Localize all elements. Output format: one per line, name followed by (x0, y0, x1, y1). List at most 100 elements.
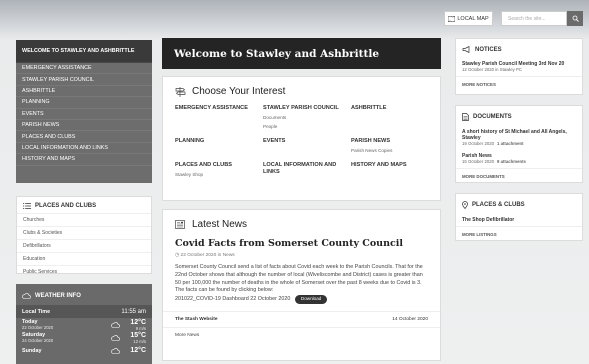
location-pin-icon (462, 201, 468, 209)
interest-title: Choose Your Interest (192, 86, 286, 97)
more-notices-link[interactable]: MORE NOTICES (456, 76, 582, 92)
interest-link[interactable]: EVENTS (263, 138, 351, 145)
places-list-item[interactable]: Churches (17, 213, 151, 226)
megaphone-icon (462, 46, 471, 53)
weather-day-name: Sunday (22, 347, 42, 354)
nav-item[interactable]: EMERGENCY ASSISTANCE (16, 63, 152, 75)
interest-header: Choose Your Interest (163, 77, 440, 103)
placesclubs-title: PLACES & CLUBS (472, 202, 525, 208)
interest-cell: PLANNING (175, 138, 263, 154)
weather-wind: 12 m/s (133, 338, 146, 344)
map-icon (448, 15, 456, 22)
interest-sublink[interactable]: Parish News Copies (351, 147, 439, 154)
search-icon (572, 15, 579, 22)
places-list-item[interactable]: Education (17, 252, 151, 265)
nav-item[interactable]: PLACES AND CLUBS (16, 131, 152, 143)
more-listings-link[interactable]: MORE LISTINGS (456, 226, 582, 242)
interest-link[interactable]: PARISH NEWS (351, 138, 439, 145)
weather-day-name: Saturday (22, 331, 46, 338)
interest-link[interactable]: PLACES AND CLUBS (175, 162, 263, 169)
interest-cell: EMERGENCY ASSISTANCE (175, 105, 263, 130)
weather-date: 22 October 2020 (22, 324, 54, 330)
interest-cell: LOCAL INFORMATION AND LINKS (263, 162, 351, 178)
document-icon (462, 113, 469, 121)
nav-item[interactable]: PARISH NEWS (16, 120, 152, 132)
interest-link[interactable]: HISTORY AND MAPS (351, 162, 439, 169)
interest-link[interactable]: STAWLEY PARISH COUNCIL (263, 105, 351, 112)
weather-temp: 12°C (130, 318, 146, 326)
interest-link[interactable]: PLANNING (175, 138, 263, 145)
notices-panel: NOTICES Stawley Parish Council Meeting 3… (455, 38, 583, 95)
placesclubs-header: PLACES & CLUBS (456, 194, 582, 214)
notice-entry[interactable]: Stawley Parish Council Meeting 3rd Nov 2… (456, 58, 582, 76)
document-attachments: 9 attachments (497, 159, 526, 164)
news-headline[interactable]: Covid Facts from Somerset County Council (163, 236, 440, 251)
interest-link[interactable]: LOCAL INFORMATION AND LINKS (263, 162, 351, 175)
documents-title: DOCUMENTS (473, 114, 512, 120)
placesclubs-entry-title: The Shop Defibrillator (462, 217, 515, 223)
cloud-icon (111, 347, 121, 354)
document-attachments: 1 attachment (497, 141, 524, 146)
news-meta: ◷ 22 October 2020 in News (175, 253, 235, 258)
search-button[interactable] (567, 11, 583, 26)
local-map-button[interactable]: LOCAL MAP (444, 11, 493, 26)
nav-item[interactable]: LOCAL INFORMATION AND LINKS (16, 143, 152, 155)
interest-sublink[interactable]: Documents (263, 114, 351, 121)
list-icon (23, 203, 31, 209)
interest-sublink[interactable]: People (263, 123, 351, 130)
places-list-item[interactable]: Defibrillators (17, 239, 151, 252)
nav-item[interactable]: STAWLEY PARISH COUNCIL (16, 74, 152, 86)
nav-item[interactable]: PLANNING (16, 97, 152, 109)
interest-link[interactable]: ASHBRITTLE (351, 105, 439, 112)
news-body: Somerset County Council send a list of f… (163, 260, 440, 308)
notice-meta: 12 October 2020 in Stawley PC (462, 67, 522, 72)
weather-row: Sunday 12°C (16, 344, 152, 357)
weather-row: Today 22 October 2020 12°C 9 m/s (16, 318, 152, 331)
nav-item[interactable]: EVENTS (16, 109, 152, 120)
weather-day-name: Today (22, 318, 38, 325)
notices-header: NOTICES (456, 39, 582, 58)
local-time-label: Local Time (22, 308, 51, 315)
interest-cell: HISTORY AND MAPS (351, 162, 439, 178)
news-source-row: The Stash Website 14 October 2020 (163, 311, 440, 327)
documents-header: DOCUMENTS (456, 106, 582, 126)
places-title: PLACES AND CLUBS (35, 203, 97, 209)
places-list-item[interactable]: Clubs & Societies (17, 226, 151, 239)
interest-cell: PLACES AND CLUBS Stawley Shop (175, 162, 263, 178)
search-input[interactable]: Search the site... (501, 11, 567, 26)
documents-panel: DOCUMENTS A short history of St Michael … (455, 105, 583, 183)
signpost-icon (175, 86, 186, 97)
cloud-icon (22, 293, 31, 299)
page-title: Welcome to Stawley and Ashbrittle (162, 38, 441, 69)
more-news-link[interactable]: More News (163, 327, 440, 343)
interest-cell: PARISH NEWS Parish News Copies (351, 138, 439, 154)
weather-temp: 15°C (130, 331, 146, 339)
interest-link[interactable]: EMERGENCY ASSISTANCE (175, 105, 263, 112)
download-button[interactable]: Download (294, 295, 328, 304)
weather-temp-block: 12°C (130, 347, 146, 354)
weather-temp-block: 12°C 9 m/s (130, 319, 146, 331)
news-header: Latest News (163, 210, 440, 236)
cloud-icon (111, 321, 121, 328)
weather-header: WEATHER INFO (16, 284, 152, 305)
places-list-item[interactable]: Public Services (17, 265, 151, 278)
nav-item[interactable]: HISTORY AND MAPS (16, 154, 152, 166)
document-title: A short history of St Michael and All An… (462, 129, 567, 141)
places-clubs-panel: PLACES & CLUBS The Shop Defibrillator MO… (455, 193, 583, 241)
more-documents-link[interactable]: MORE DOCUMENTS (456, 168, 582, 184)
news-title: Latest News (192, 219, 248, 230)
document-entry[interactable]: Parish News 15 October 2020 9 attachments (456, 150, 582, 168)
news-date: 22 October 2020 (180, 253, 217, 258)
placesclubs-entry[interactable]: The Shop Defibrillator (456, 214, 582, 226)
interest-sublink[interactable]: Stawley Shop (175, 171, 263, 178)
weather-temp: 12°C (130, 347, 146, 354)
news-category[interactable]: News (223, 253, 235, 258)
weather-temp-block: 15°C 12 m/s (130, 332, 146, 344)
nav-item[interactable]: ASHBRITTLE (16, 86, 152, 98)
nav-item[interactable]: WELCOME TO STAWLEY AND ASHBRITTLE (16, 40, 152, 63)
document-date: 15 October 2020 (462, 159, 495, 164)
cloud-icon (111, 334, 121, 341)
document-entry[interactable]: A short history of St Michael and All An… (456, 126, 582, 150)
news-source[interactable]: The Stash Website (175, 317, 218, 322)
weather-row: Saturday 24 October 2020 15°C 12 m/s (16, 331, 152, 344)
